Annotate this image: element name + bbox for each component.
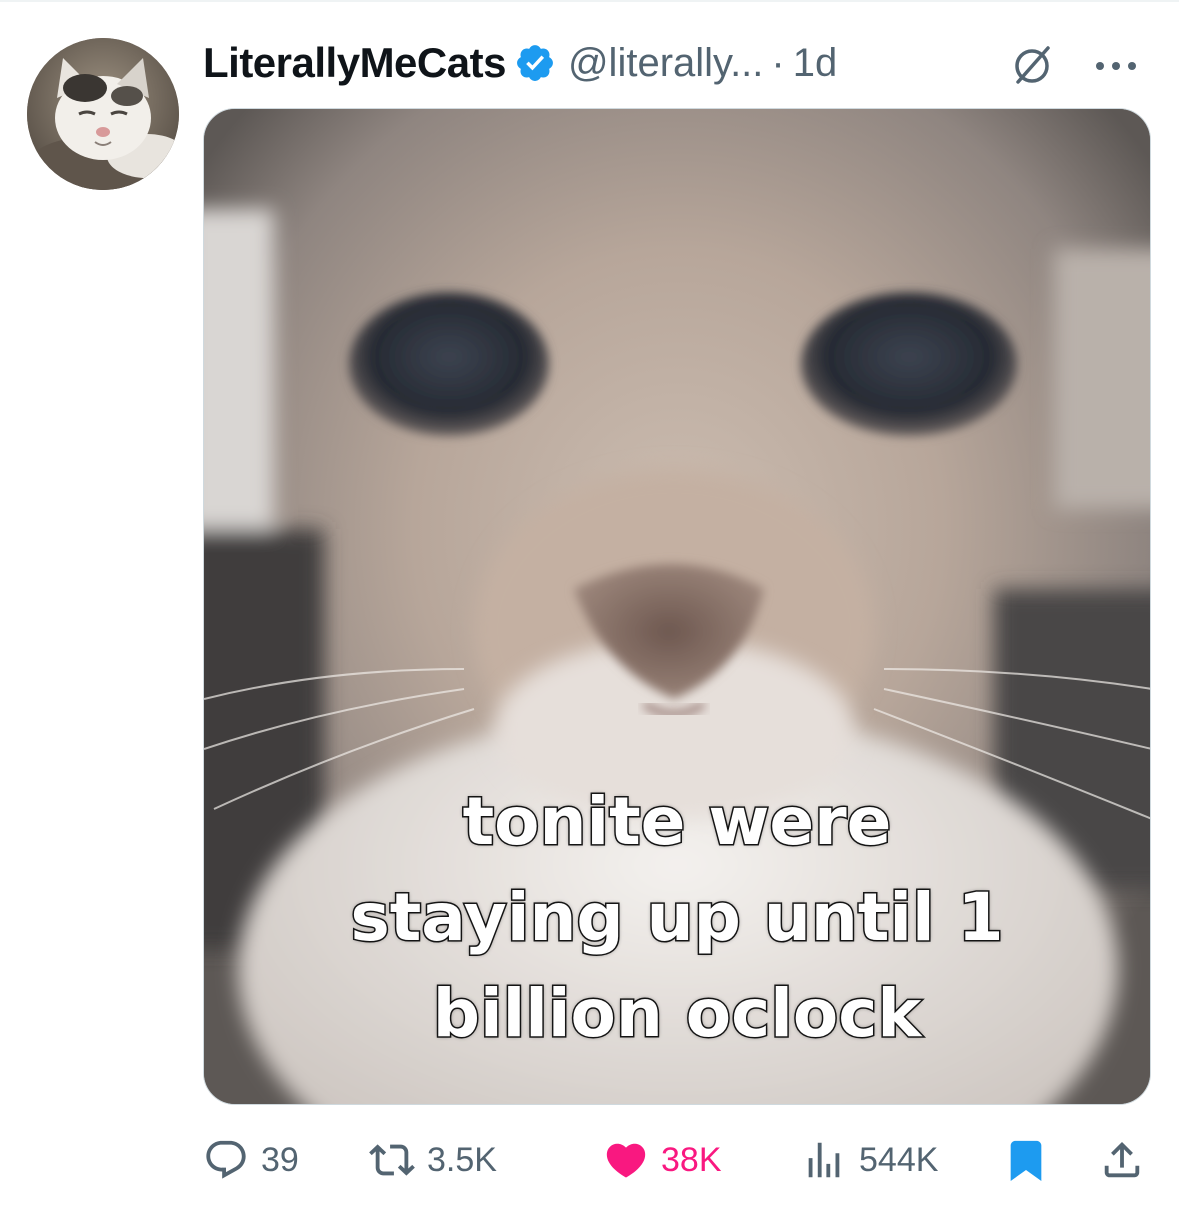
tweet-media-image[interactable]: tonite were staying up until 1 billion o… bbox=[203, 108, 1151, 1105]
top-divider bbox=[0, 0, 1179, 2]
like-icon bbox=[606, 1143, 646, 1178]
avatar[interactable] bbox=[27, 38, 179, 190]
reply-button[interactable]: 39 bbox=[203, 1132, 299, 1188]
bookmark-button[interactable] bbox=[1003, 1132, 1049, 1188]
retweet-icon bbox=[369, 1144, 415, 1176]
reply-icon bbox=[206, 1140, 246, 1179]
verified-badge-icon[interactable] bbox=[514, 42, 556, 84]
views-button[interactable]: 544K bbox=[801, 1132, 938, 1188]
media-caption: tonite were staying up until 1 billion o… bbox=[204, 774, 1150, 1062]
retweet-button[interactable]: 3.5K bbox=[369, 1132, 497, 1188]
timestamp[interactable]: 1d bbox=[793, 41, 838, 86]
more-options-icon[interactable] bbox=[1086, 46, 1146, 86]
views-icon bbox=[808, 1142, 840, 1178]
retweet-count: 3.5K bbox=[427, 1140, 497, 1179]
share-button[interactable] bbox=[1099, 1132, 1145, 1188]
views-count: 544K bbox=[859, 1140, 939, 1179]
caption-line: billion oclock bbox=[431, 974, 923, 1054]
caption-line: tonite were bbox=[461, 782, 893, 862]
grok-icon[interactable] bbox=[1010, 44, 1054, 88]
like-button[interactable]: 38K bbox=[603, 1132, 722, 1188]
action-bar: 39 3.5K 38K 544K bbox=[203, 1132, 1151, 1188]
reply-count: 39 bbox=[261, 1140, 299, 1179]
tweet-header: LiterallyMeCats @literally... · 1d bbox=[203, 36, 837, 90]
share-icon bbox=[1104, 1141, 1140, 1178]
cat-avatar-image bbox=[27, 38, 179, 190]
user-handle[interactable]: @literally... bbox=[568, 41, 763, 86]
separator-dot: · bbox=[771, 40, 785, 85]
bookmark-icon bbox=[1010, 1140, 1042, 1181]
like-count: 38K bbox=[661, 1140, 722, 1179]
caption-line: staying up until 1 bbox=[349, 878, 1005, 958]
display-name[interactable]: LiterallyMeCats bbox=[203, 39, 506, 87]
